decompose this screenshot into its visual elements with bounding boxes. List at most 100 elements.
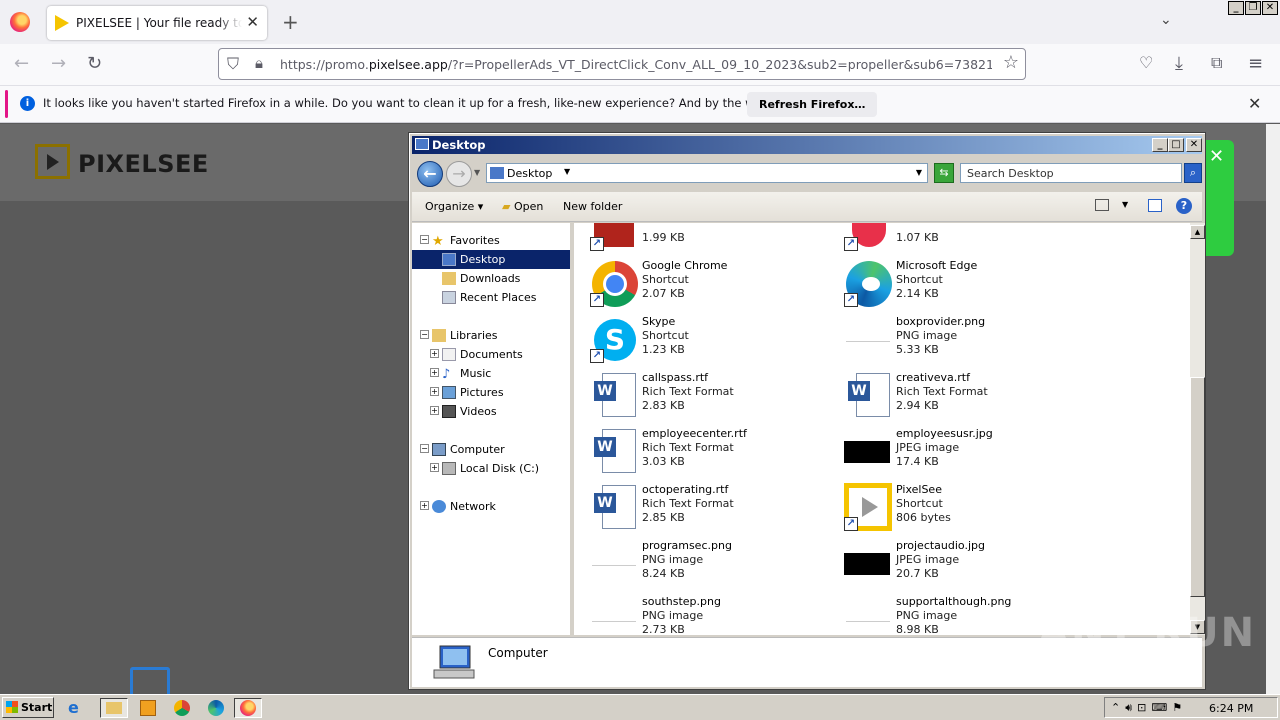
back-arrow-icon[interactable]: ← [14,53,29,74]
list-tabs-icon[interactable]: ⌄ [1160,12,1172,28]
search-icon[interactable]: ⌕ [1184,163,1202,183]
list-item[interactable]: W callspass.rtf Rich Text Format 2.83 KB [590,369,830,421]
breadcrumb-arrow-icon[interactable]: ▼ [564,167,570,176]
list-item[interactable]: S ↗ Skype Shortcut 1.23 KB [590,313,830,365]
page-scrollbar[interactable] [1266,124,1280,694]
tree-pictures[interactable]: + Pictures [412,383,570,402]
desktop-icon [490,167,504,179]
back-arrow-icon[interactable]: ← [417,161,443,187]
address-dropdown-icon[interactable]: ▼ [916,168,922,177]
list-item[interactable]: ↗ 1.07 KB [844,223,1084,253]
media-player-icon[interactable] [137,698,159,718]
folder-open-icon: ▰ [502,200,511,213]
change-view-icon[interactable] [1095,199,1109,211]
site-logo-text[interactable]: PIXELSEE [78,150,209,178]
collapse-icon[interactable]: − [420,444,429,453]
expand-icon[interactable]: + [420,501,429,510]
view-dropdown-icon[interactable]: ▼ [1122,200,1128,209]
url-bar[interactable]: ⛉ 🔒︎ https://promo.pixelsee.app/?r=Prope… [218,48,1026,80]
history-dropdown-icon[interactable]: ▼ [474,168,480,177]
expand-icon[interactable]: + [430,349,439,358]
tree-recent-places[interactable]: Recent Places [412,288,570,307]
search-input[interactable]: Search Desktop [960,163,1182,183]
expand-icon[interactable]: + [430,387,439,396]
expand-icon[interactable]: + [430,406,439,415]
bookmark-star-icon[interactable]: ☆ [1003,52,1019,73]
tracking-shield-icon[interactable]: ⛉ [227,54,239,74]
tray-icons[interactable]: ⌃🔊︎⊡⌨⚑ [1111,701,1187,715]
list-item[interactable]: programsec.png PNG image 8.24 KB [590,537,830,589]
forward-arrow-icon[interactable]: → [446,161,472,187]
tree-downloads[interactable]: Downloads [412,269,570,288]
url-text[interactable]: https://promo.pixelsee.app/?r=PropellerA… [280,57,992,72]
minimize-icon[interactable]: _ [1152,138,1168,152]
scroll-up-icon[interactable]: ▲ [1190,225,1205,239]
list-item[interactable]: employeesusr.jpg JPEG image 17.4 KB [844,425,1084,477]
edge-icon[interactable] [205,698,227,718]
reload-icon[interactable]: ↻ [87,53,102,74]
close-icon[interactable]: ✕ [1262,1,1278,15]
panel-close-icon[interactable]: ✕ [1209,146,1224,167]
tree-music[interactable]: + ♪ Music [412,364,570,383]
list-item[interactable]: ↗ Microsoft Edge Shortcut 2.14 KB [844,257,1084,309]
refresh-firefox-button[interactable]: Refresh Firefox… [747,92,878,117]
shortcut-arrow-icon: ↗ [590,349,604,363]
list-item[interactable]: W octoperating.rtf Rich Text Format 2.85… [590,481,830,533]
start-button[interactable]: Start [2,697,54,718]
chrome-icon[interactable] [171,698,193,718]
new-folder-button[interactable]: New folder [563,200,622,213]
collapse-icon[interactable]: − [420,235,429,244]
menu-icon[interactable]: ≡ [1248,53,1263,74]
tab-close-icon[interactable]: ✕ [246,13,259,31]
list-item[interactable]: ↗ Google Chrome Shortcut 2.07 KB [590,257,830,309]
help-icon[interactable]: ? [1176,198,1192,214]
tree-network[interactable]: + Network [412,497,570,516]
scroll-thumb[interactable] [1190,377,1205,597]
extensions-icon[interactable]: ⧉ [1211,53,1222,73]
forward-arrow-icon[interactable]: → [51,53,66,74]
browser-tab-active[interactable]: PIXELSEE | Your file ready to download ✕ [47,6,267,40]
tree-local-disk[interactable]: + Local Disk (C:) [412,459,570,478]
ie-icon[interactable]: e [68,698,90,718]
list-item[interactable]: ↗ 1.99 KB [590,223,830,253]
tree-documents[interactable]: + Documents [412,345,570,364]
list-item[interactable]: boxprovider.png PNG image 5.33 KB [844,313,1084,365]
notification-close-icon[interactable]: ✕ [1248,94,1261,113]
downloads-icon[interactable]: ⤓ [1175,53,1183,74]
list-item[interactable]: W employeecenter.rtf Rich Text Format 3.… [590,425,830,477]
minimize-icon[interactable]: _ [1228,1,1244,15]
explorer-taskbar-icon[interactable] [100,698,128,718]
restore-icon[interactable]: ❐ [1245,1,1261,15]
open-button[interactable]: ▰ Open [502,200,543,213]
pixelsee-logo-icon[interactable] [35,144,70,179]
tree-desktop[interactable]: Desktop [412,250,570,269]
firefox-taskbar-icon[interactable] [234,698,262,718]
maximize-icon[interactable]: □ [1168,138,1184,152]
expand-icon[interactable]: + [430,463,439,472]
expand-icon[interactable]: + [430,368,439,377]
close-icon[interactable]: ✕ [1186,138,1202,152]
shortcut-arrow-icon: ↗ [844,517,858,531]
collapse-icon[interactable]: − [420,330,429,339]
explorer-title-bar[interactable]: Desktop _ □ ✕ [412,136,1202,154]
list-item[interactable]: ↗ PixelSee Shortcut 806 bytes [844,481,1084,533]
drive-icon [442,462,456,475]
tree-computer[interactable]: − Computer [412,440,570,459]
preview-pane-icon[interactable] [1148,199,1162,212]
chrome-icon: ↗ [590,259,638,307]
list-item[interactable]: W creativeva.rtf Rich Text Format 2.94 K… [844,369,1084,421]
address-field[interactable]: Desktop ▼ ▼ [486,163,928,183]
lock-icon[interactable]: 🔒︎ [255,54,263,72]
list-item[interactable]: projectaudio.jpg JPEG image 20.7 KB [844,537,1084,589]
firefox-logo-icon[interactable] [10,12,30,32]
refresh-icon[interactable]: ⇆ [934,163,954,183]
tree-favorites[interactable]: − ★ Favorites [412,231,570,250]
tree-videos[interactable]: + Videos [412,402,570,421]
organize-button[interactable]: Organize ▾ [425,200,483,213]
list-item[interactable]: southstep.png PNG image 2.73 KB [590,593,830,635]
clock[interactable]: 6:24 PM [1209,702,1253,715]
file-list-scrollbar[interactable]: ▲ ▼ [1190,223,1205,635]
pocket-icon[interactable]: ♡ [1139,53,1153,72]
new-tab-icon[interactable]: + [282,10,299,34]
tree-libraries[interactable]: − Libraries [412,326,570,345]
